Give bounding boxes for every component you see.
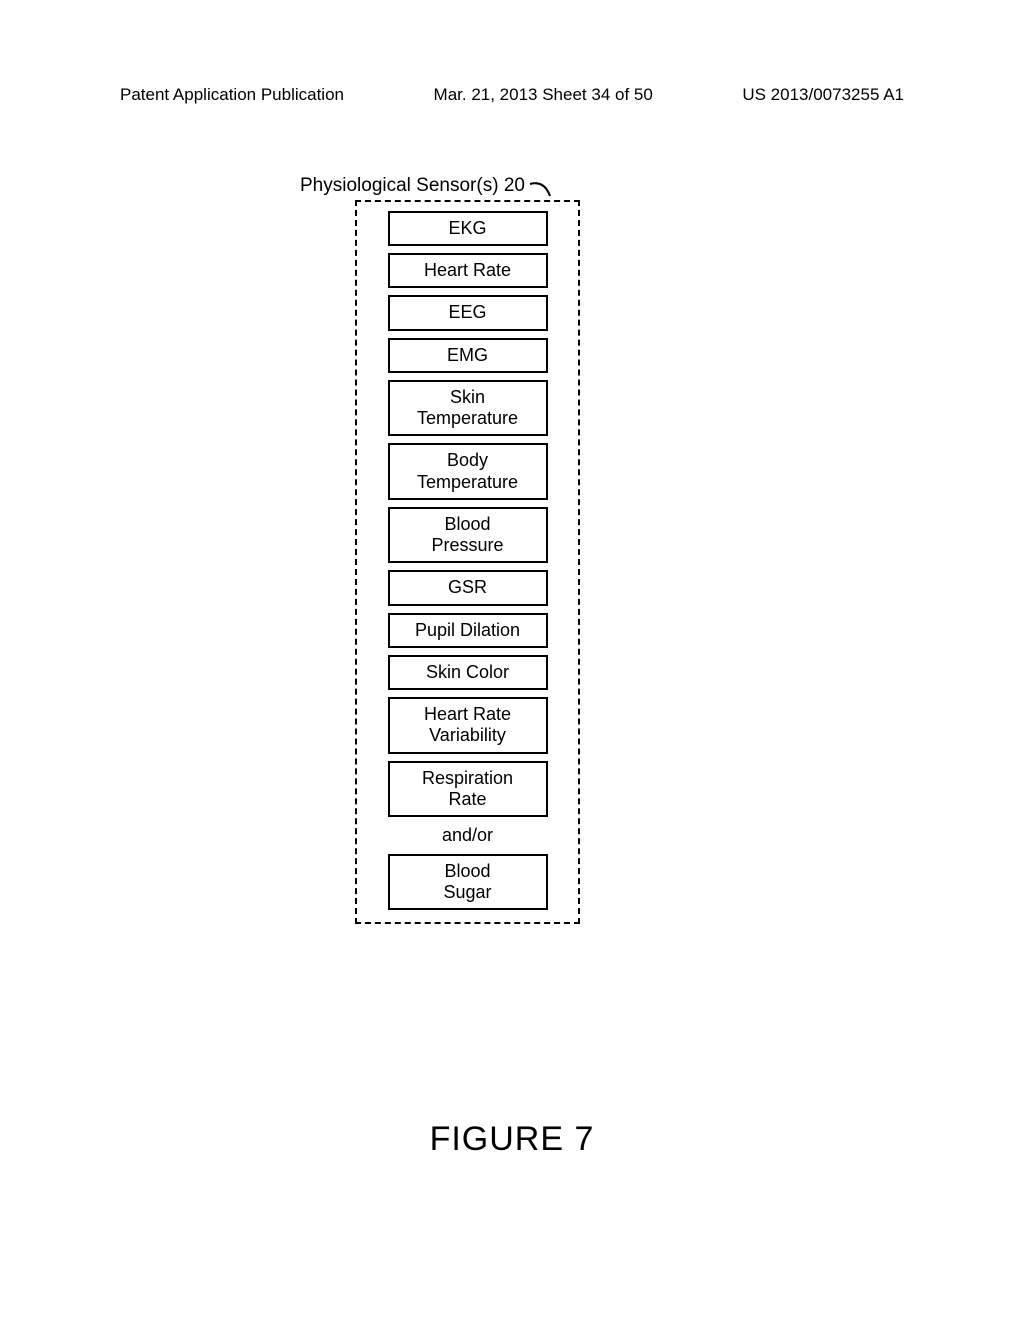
sensor-box-blood-sugar: BloodSugar <box>388 854 548 910</box>
header-center: Mar. 21, 2013 Sheet 34 of 50 <box>434 85 653 105</box>
sensor-box-emg: EMG <box>388 338 548 373</box>
sensor-box-pupil-dilation: Pupil Dilation <box>388 613 548 648</box>
diagram-title-ref: 20 <box>504 175 525 196</box>
sensor-box-eeg: EEG <box>388 295 548 330</box>
diagram-title: Physiological Sensor(s) 20 <box>300 175 525 197</box>
sensor-container: EKG Heart Rate EEG EMG SkinTemperature B… <box>355 200 580 924</box>
sensor-box-respiration-rate: RespirationRate <box>388 761 548 817</box>
header-right: US 2013/0073255 A1 <box>742 85 904 105</box>
sensor-box-skin-temp: SkinTemperature <box>388 380 548 436</box>
figure-caption: FIGURE 7 <box>0 1120 1024 1159</box>
sensor-box-body-temp: BodyTemperature <box>388 443 548 499</box>
sensor-box-gsr: GSR <box>388 570 548 605</box>
sensor-box-heart-rate: Heart Rate <box>388 253 548 288</box>
page-header: Patent Application Publication Mar. 21, … <box>0 85 1024 105</box>
sensor-box-blood-pressure: BloodPressure <box>388 507 548 563</box>
sensor-box-skin-color: Skin Color <box>388 655 548 690</box>
sensor-box-hrv: Heart RateVariability <box>388 697 548 753</box>
sensor-box-ekg: EKG <box>388 211 548 246</box>
header-left: Patent Application Publication <box>120 85 344 105</box>
connector-text: and/or <box>442 825 493 846</box>
diagram-title-text: Physiological Sensor(s) <box>300 175 504 196</box>
